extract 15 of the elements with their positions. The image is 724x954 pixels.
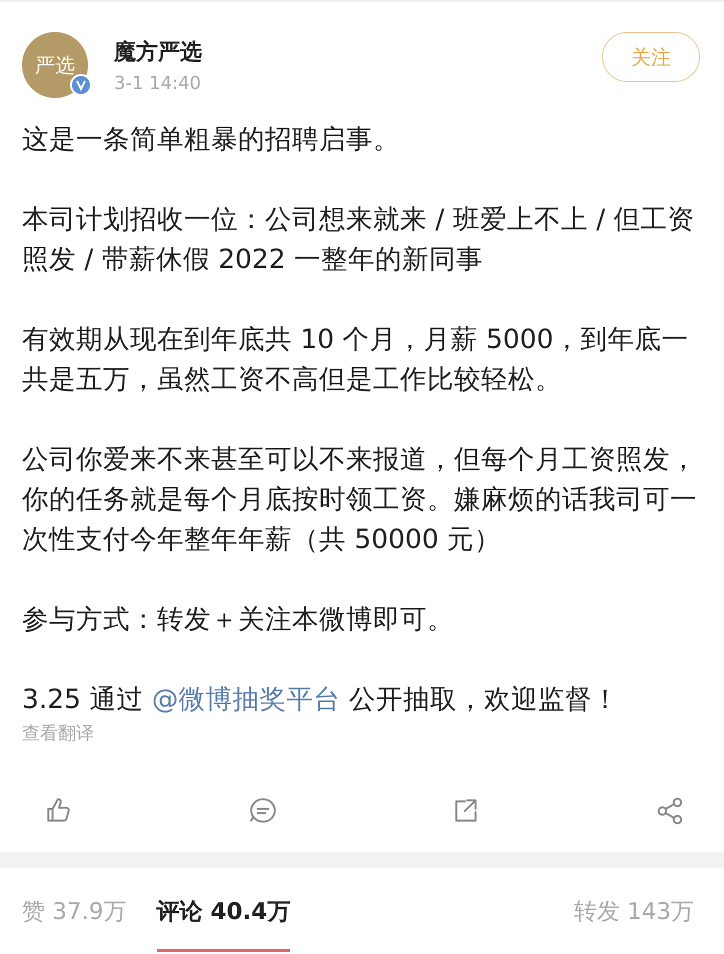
post-paragraph: 公司你爱来不来甚至可以不来报道，但每个月工资照发，你的任务就是每个月底按时领工资。嫌麻烦的话我司可一次性支付今年整年年薪（共 50000 元） — [22, 443, 698, 557]
translate-link[interactable]: 查看翻译 — [22, 720, 700, 748]
stats-tab[interactable]: 评论 40.4万 — [156, 896, 290, 952]
post-paragraph: 本司计划招收一位：公司想来就来 / 班爱上不上 / 但工资照发 / 带薪休假 2022 一整年的新同事 — [22, 203, 696, 277]
post-paragraph: 3.25 通过 @微博抽奖平台 公开抽取，欢迎监督！ — [22, 683, 620, 717]
avatar-text: 严选 — [35, 52, 75, 78]
follow-button[interactable]: 关注 — [602, 32, 700, 82]
post-time: 3-1 14:40 — [114, 72, 202, 94]
stats-tab[interactable]: 转发 143万 — [574, 896, 694, 952]
mention-link[interactable]: @微博抽奖平台 — [152, 684, 340, 715]
post-paragraph: 参与方式：转发＋关注本微博即可。 — [22, 603, 455, 637]
post-paragraph: 这是一条简单粗暴的招聘启事。 — [22, 123, 401, 157]
author-name[interactable]: 魔方严选 — [114, 36, 602, 66]
post-paragraph: 有效期从现在到年底共 10 个月，月薪 5000，到年底一共是五万，虽然工资不高但是工作比较轻松。 — [22, 323, 690, 397]
stats-tab[interactable]: 赞 37.9万 — [22, 896, 127, 952]
